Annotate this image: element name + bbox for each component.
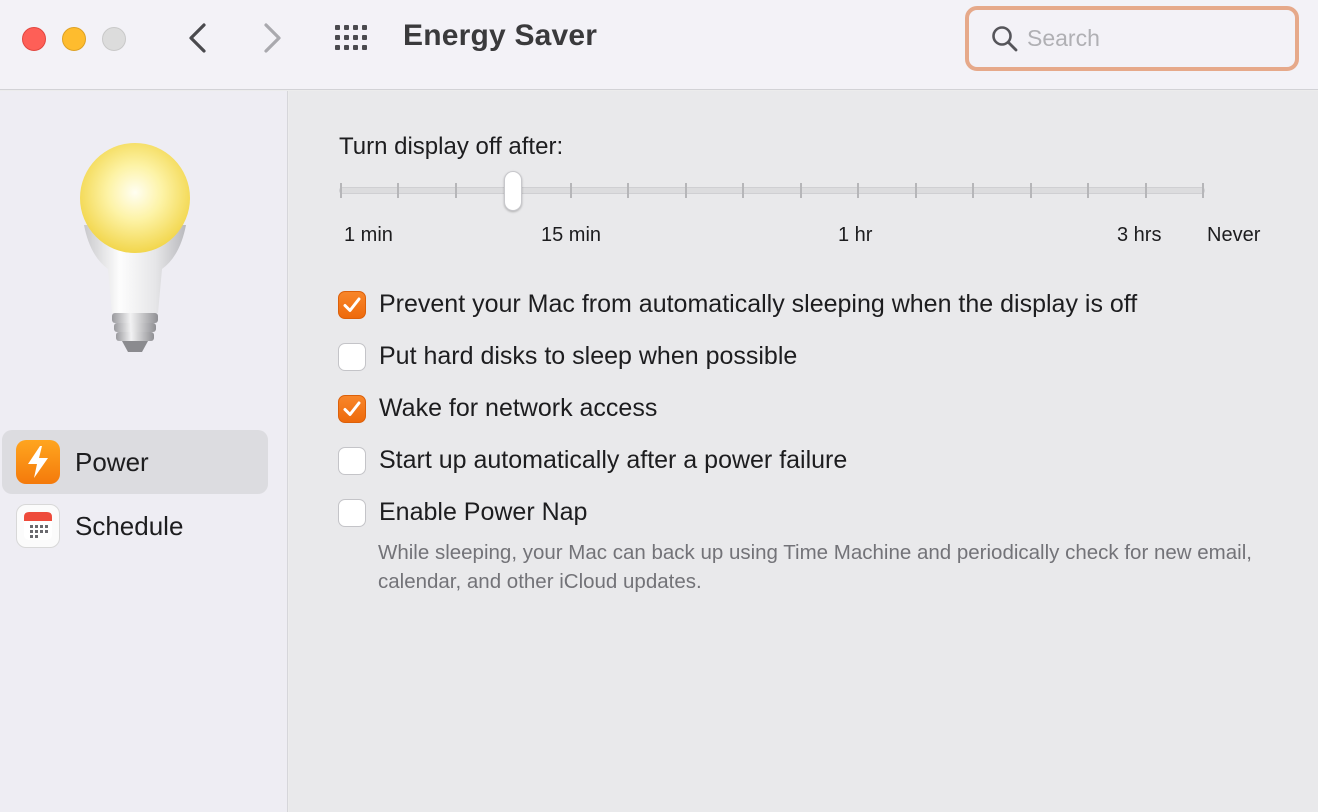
slider-tick [627, 183, 630, 198]
power-nap-checkbox[interactable] [338, 498, 366, 527]
chevron-left-icon [189, 23, 206, 53]
close-window-button[interactable] [22, 27, 46, 51]
slider-track [339, 187, 1205, 194]
power-nap-description: While sleeping, your Mac can back up usi… [378, 541, 1252, 593]
sidebar-item-label: Schedule [75, 510, 184, 541]
calendar-icon [16, 504, 60, 548]
option-label: Prevent your Mac from automatically slee… [379, 290, 1138, 318]
slider-tick [742, 183, 745, 198]
slider-label-15min: 15 min [541, 224, 602, 246]
fullscreen-window-button[interactable] [102, 27, 126, 51]
slider-label-1min: 1 min [344, 224, 393, 246]
sidebar-item-label: Power [75, 446, 149, 477]
slider-label-never: Never [1207, 224, 1261, 246]
slider-label-1hr: 1 hr [838, 224, 873, 246]
display-sleep-slider-title: Turn display off after: [339, 133, 564, 160]
forward-button[interactable] [254, 20, 290, 56]
search-field[interactable] [965, 6, 1299, 71]
option-startup-power-failure[interactable]: Start up automatically after a power fai… [338, 446, 847, 475]
power-bolt-icon [16, 440, 60, 484]
chevron-right-icon [264, 23, 281, 53]
slider-tick [1202, 183, 1204, 198]
wake-network-checkbox[interactable] [338, 394, 366, 423]
light-bulb-icon [70, 141, 200, 361]
prevent-sleep-checkbox[interactable] [338, 290, 366, 319]
option-prevent-sleep[interactable]: Prevent your Mac from automatically slee… [338, 290, 1137, 319]
slider-tick [857, 183, 860, 198]
slider-label-3hrs: 3 hrs [1117, 224, 1162, 246]
slider-tick [972, 183, 975, 198]
slider-tick [684, 183, 687, 198]
slider-tick [1087, 183, 1090, 198]
grid-icon [335, 25, 367, 50]
slider-tick [569, 183, 572, 198]
sidebar: Power Schedule [0, 91, 288, 812]
option-power-nap[interactable]: Enable Power Nap [338, 498, 587, 527]
option-label: Enable Power Nap [379, 498, 588, 526]
slider-tick [1029, 183, 1032, 198]
search-input[interactable] [1027, 25, 1277, 52]
search-icon [991, 25, 1019, 53]
back-button[interactable] [180, 20, 216, 56]
slider-tick [914, 183, 917, 198]
minimize-window-button[interactable] [62, 27, 86, 51]
checkmark-icon [343, 297, 361, 312]
display-sleep-slider[interactable] [339, 171, 1207, 211]
option-label: Start up automatically after a power fai… [379, 446, 848, 474]
sidebar-item-schedule[interactable]: Schedule [2, 494, 268, 558]
slider-tick [454, 183, 457, 198]
slider-tick [1144, 183, 1147, 198]
option-label: Wake for network access [379, 394, 658, 422]
option-hard-disk-sleep[interactable]: Put hard disks to sleep when possible [338, 342, 797, 371]
slider-tick [799, 183, 802, 198]
slider-tick [340, 183, 342, 198]
startup-power-failure-checkbox[interactable] [338, 446, 366, 475]
slider-tick [397, 183, 400, 198]
slider-knob[interactable] [504, 171, 523, 211]
window-titlebar: Energy Saver [0, 0, 1318, 90]
show-all-preferences-button[interactable] [334, 24, 374, 52]
sidebar-item-power[interactable]: Power [2, 430, 268, 494]
checkmark-icon [343, 401, 361, 416]
hard-disk-sleep-checkbox[interactable] [338, 342, 366, 371]
option-wake-network[interactable]: Wake for network access [338, 394, 657, 423]
option-label: Put hard disks to sleep when possible [379, 342, 798, 370]
main-content: Turn display off after: 1 min 15 min 1 h… [289, 91, 1318, 812]
window-title: Energy Saver [403, 19, 598, 52]
